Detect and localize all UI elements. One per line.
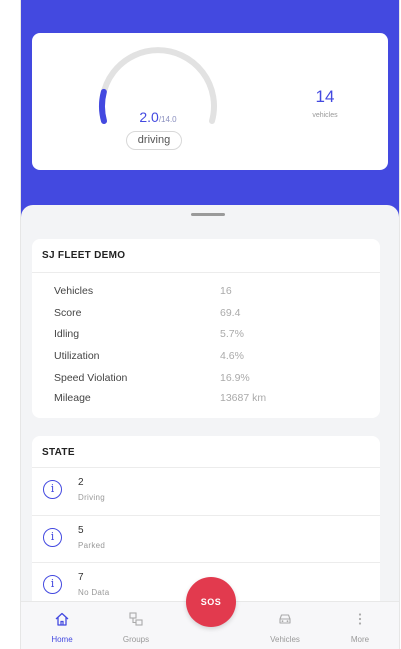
vehicle-count-label: vehicles	[312, 112, 338, 119]
divider	[32, 272, 380, 273]
gauge-max-value: /14.0	[158, 115, 177, 124]
info-icon: i	[43, 480, 62, 499]
tab-label: Vehicles	[270, 635, 300, 644]
stat-row-mileage: Mileage 13687 km	[54, 392, 374, 406]
divider	[32, 562, 380, 563]
state-item-parked[interactable]: i 5 Parked	[32, 517, 380, 563]
gauge-status-pill: driving	[126, 131, 182, 150]
tab-vehicles[interactable]: Vehicles	[255, 602, 315, 649]
sheet-drag-handle[interactable]	[191, 213, 225, 216]
stat-value: 13687 km	[220, 392, 267, 404]
stat-label: Utilization	[54, 350, 100, 362]
stat-label: Idling	[54, 328, 80, 340]
tab-groups[interactable]: Groups	[106, 602, 166, 649]
vehicle-count: 14	[315, 87, 335, 106]
stat-row-score: Score 69.4	[54, 307, 374, 321]
sos-button[interactable]: SOS	[186, 577, 236, 627]
state-label: Driving	[78, 493, 105, 502]
fleet-summary-card[interactable]: 2.0/14.0 driving 14 vehicles	[32, 33, 388, 170]
state-count: 5	[78, 525, 84, 536]
tab-label: More	[350, 635, 370, 644]
groups-icon	[129, 612, 143, 626]
car-icon	[279, 614, 291, 624]
stat-row-utilization: Utilization 4.6%	[54, 350, 374, 364]
stat-value: 4.6%	[220, 350, 244, 362]
stat-row-idling: Idling 5.7%	[54, 328, 374, 342]
state-count: 7	[78, 572, 84, 583]
state-label: Parked	[78, 541, 106, 550]
gauge-value: 2.0/14.0	[94, 109, 222, 125]
state-label: No Data	[78, 588, 110, 597]
stat-label: Vehicles	[54, 285, 94, 297]
tab-more[interactable]: More	[330, 602, 390, 649]
fleet-title: SJ FLEET DEMO	[42, 250, 126, 261]
app-screen: 2.0/14.0 driving 14 vehicles SJ FLEET DE…	[20, 0, 400, 649]
info-icon: i	[43, 575, 62, 594]
state-item-driving[interactable]: i 2 Driving	[32, 469, 380, 515]
stat-value: 5.7%	[220, 328, 244, 340]
info-icon: i	[43, 528, 62, 547]
stat-value: 16.9%	[220, 372, 250, 384]
more-icon	[358, 613, 362, 625]
gauge-current-value: 2.0	[139, 109, 159, 125]
stat-label: Score	[54, 307, 82, 319]
stat-label: Speed Violation	[54, 372, 128, 384]
home-icon	[55, 612, 69, 626]
stat-row-speed-violation: Speed Violation 16.9%	[54, 372, 374, 386]
tab-label: Home	[51, 635, 73, 644]
tab-home[interactable]: Home	[32, 602, 92, 649]
divider	[32, 515, 380, 516]
stat-value: 69.4	[220, 307, 241, 319]
stat-value: 16	[220, 285, 232, 297]
tab-label: Groups	[122, 635, 150, 644]
divider	[32, 467, 380, 468]
driving-gauge: 2.0/14.0 driving	[94, 47, 222, 157]
state-title: STATE	[42, 447, 75, 458]
fleet-stats-card: SJ FLEET DEMO Vehicles 16 Score 69.4 Idl…	[32, 239, 380, 418]
stat-row-vehicles: Vehicles 16	[54, 285, 374, 299]
stat-label: Mileage	[54, 392, 91, 404]
state-count: 2	[78, 477, 84, 488]
